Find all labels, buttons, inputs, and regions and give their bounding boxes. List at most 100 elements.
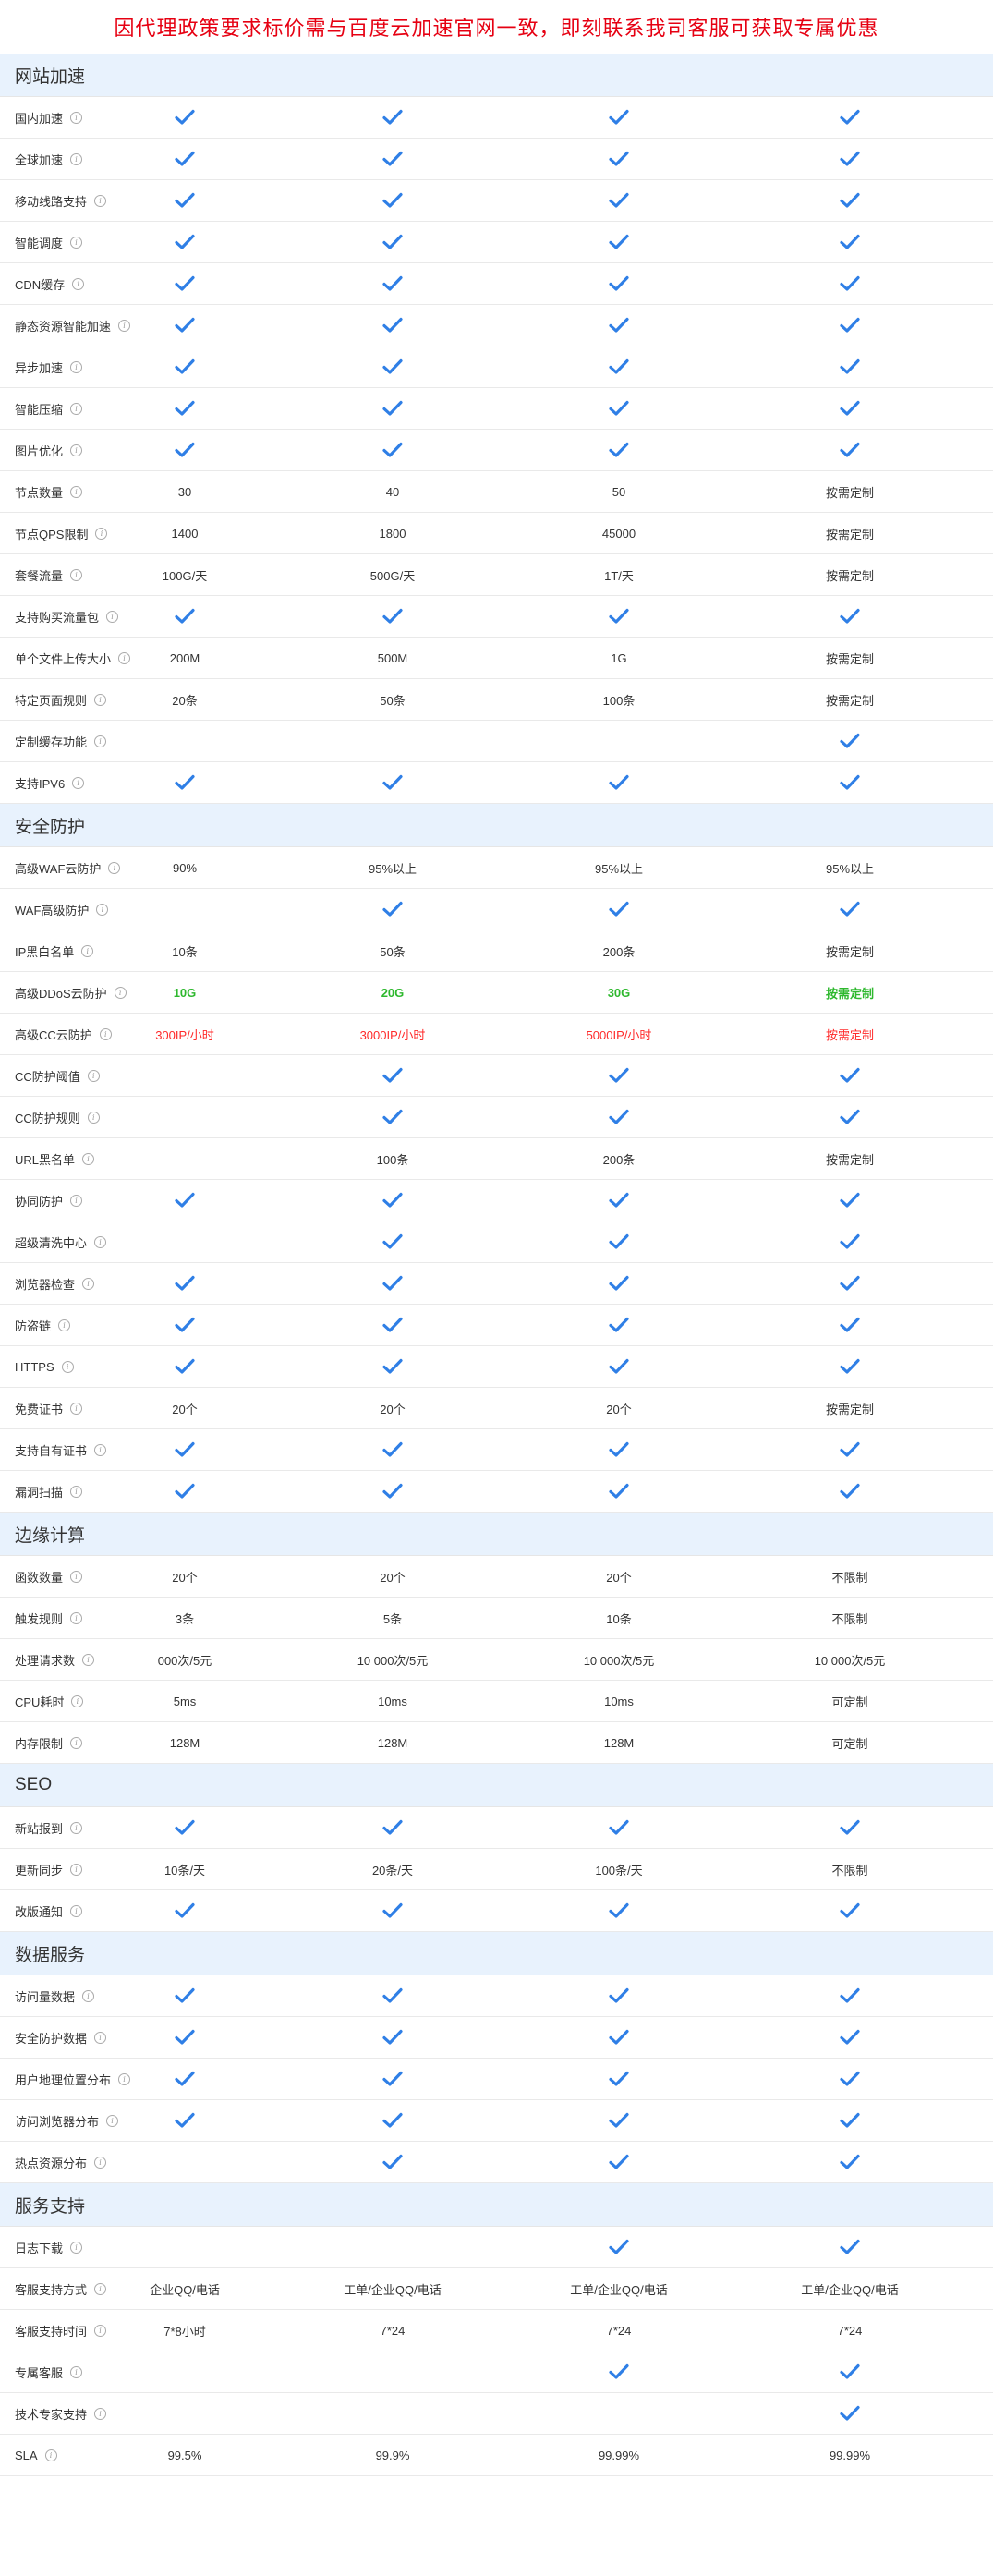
info-icon[interactable]: i: [70, 152, 83, 165]
plan-value: 可定制: [831, 1736, 868, 1751]
info-icon[interactable]: i: [94, 2407, 107, 2420]
checkmark-icon: [115, 2017, 254, 2058]
plan-value: 10ms: [604, 1694, 634, 1708]
info-icon[interactable]: i: [94, 2031, 107, 2044]
checkmark-icon: [550, 97, 688, 138]
info-icon[interactable]: i: [72, 277, 85, 290]
info-icon[interactable]: i: [58, 1318, 71, 1331]
info-icon[interactable]: i: [87, 1111, 100, 1124]
info-icon[interactable]: i: [71, 1695, 84, 1707]
info-icon[interactable]: i: [94, 1443, 107, 1456]
feature-name: 单个文件上传大小: [15, 651, 112, 666]
plan-value: 按需定制: [825, 693, 874, 708]
plan-value: 按需定制: [825, 568, 874, 583]
info-icon[interactable]: i: [87, 1069, 100, 1082]
feature-name: 节点数量: [15, 485, 64, 500]
checkmark-icon: [550, 1346, 688, 1387]
plan-value: 工单/企业QQ/电话: [344, 2282, 442, 2297]
table-row: 国内加速 i: [0, 97, 993, 139]
info-icon[interactable]: i: [94, 735, 107, 747]
table-row: 免费证书 i 20个 20个 20个 按需定制: [0, 1388, 993, 1429]
feature-name: 客服支持时间: [15, 2324, 88, 2339]
plan-value: [115, 2227, 254, 2267]
info-icon[interactable]: i: [70, 1736, 83, 1749]
checkmark-icon: [776, 2059, 924, 2099]
table-row: 新站报到 i: [0, 1807, 993, 1849]
plan-value: [115, 1055, 254, 1096]
feature-name: 热点资源分布: [15, 2156, 88, 2170]
checkmark-icon: [319, 1305, 466, 1345]
info-icon[interactable]: i: [70, 2241, 83, 2254]
plan-value: [319, 2227, 466, 2267]
feature-name: 静态资源智能加速: [15, 319, 112, 334]
feature-name: 技术专家支持: [15, 2407, 88, 2422]
plan-value: 7*24: [606, 2323, 632, 2338]
info-icon[interactable]: i: [70, 1611, 83, 1624]
info-icon[interactable]: i: [70, 1863, 83, 1876]
info-icon[interactable]: i: [44, 2448, 57, 2461]
info-icon[interactable]: i: [70, 236, 83, 249]
info-icon[interactable]: i: [70, 111, 83, 124]
info-icon[interactable]: i: [94, 2324, 107, 2337]
plan-value: [115, 2142, 254, 2182]
table-row: 漏洞扫描 i: [0, 1471, 993, 1513]
checkmark-icon: [550, 1097, 688, 1137]
feature-name: 访问浏览器分布: [15, 2114, 100, 2129]
plan-value: 按需定制: [825, 527, 874, 541]
checkmark-icon: [550, 889, 688, 930]
info-icon[interactable]: i: [70, 360, 83, 373]
checkmark-icon: [115, 1890, 254, 1931]
info-icon[interactable]: i: [82, 1277, 95, 1290]
feature-name: 更新同步: [15, 1863, 64, 1877]
info-icon[interactable]: i: [70, 444, 83, 456]
info-icon[interactable]: i: [99, 1027, 112, 1040]
table-row: 高级WAF云防护 i 90% 95%以上 95%以上 95%以上: [0, 847, 993, 889]
table-row: 套餐流量 i 100G/天 500G/天 1T/天 按需定制: [0, 554, 993, 596]
checkmark-icon: [776, 2393, 924, 2434]
info-icon[interactable]: i: [61, 1360, 74, 1373]
feature-name: 客服支持方式: [15, 2282, 88, 2297]
info-icon[interactable]: i: [72, 776, 85, 789]
promo-banner: 因代理政策要求标价需与百度云加速官网一致，即刻联系我司客服可获取专属优惠: [114, 18, 879, 41]
info-icon[interactable]: i: [82, 1152, 95, 1165]
feature-name: 超级清洗中心: [15, 1235, 88, 1250]
table-row: 支持IPV6 i: [0, 762, 993, 804]
info-icon[interactable]: i: [96, 903, 109, 916]
info-icon[interactable]: i: [70, 568, 83, 581]
info-icon[interactable]: i: [70, 1402, 83, 1415]
plan-value: 按需定制: [825, 944, 874, 959]
feature-name: 浏览器检查: [15, 1277, 76, 1292]
info-icon[interactable]: i: [94, 1235, 107, 1248]
table-row: 智能压缩 i: [0, 388, 993, 430]
info-icon[interactable]: i: [94, 2156, 107, 2169]
info-icon[interactable]: i: [82, 1653, 95, 1666]
info-icon[interactable]: i: [82, 1989, 95, 2002]
plan-value: 50条: [380, 944, 406, 959]
checkmark-icon: [319, 1055, 466, 1096]
checkmark-icon: [319, 1346, 466, 1387]
info-icon[interactable]: i: [70, 1821, 83, 1834]
info-icon[interactable]: i: [70, 1194, 83, 1207]
info-icon[interactable]: i: [70, 2365, 83, 2378]
info-icon[interactable]: i: [94, 693, 107, 706]
plan-value: 20个: [380, 1570, 406, 1585]
info-icon[interactable]: i: [94, 2282, 107, 2295]
section-header: 安全防护: [0, 804, 993, 847]
info-icon[interactable]: i: [70, 485, 83, 498]
info-icon[interactable]: i: [95, 527, 108, 540]
info-icon[interactable]: i: [70, 402, 83, 415]
info-icon[interactable]: i: [81, 944, 94, 957]
info-icon[interactable]: i: [70, 1570, 83, 1583]
section-header: 边缘计算: [0, 1513, 993, 1556]
info-icon[interactable]: i: [94, 194, 107, 207]
info-icon[interactable]: i: [70, 1904, 83, 1917]
table-row: WAF高级防护 i: [0, 889, 993, 930]
info-icon[interactable]: i: [70, 1485, 83, 1498]
table-row: 内存限制 i 128M 128M 128M 可定制: [0, 1722, 993, 1764]
feature-name: URL黑名单: [15, 1152, 76, 1167]
feature-name: 高级CC云防护: [15, 1027, 92, 1042]
feature-name: WAF高级防护: [15, 903, 90, 917]
checkmark-icon: [115, 139, 254, 179]
plan-value: 1T/天: [604, 568, 634, 583]
table-row: 图片优化 i: [0, 430, 993, 471]
